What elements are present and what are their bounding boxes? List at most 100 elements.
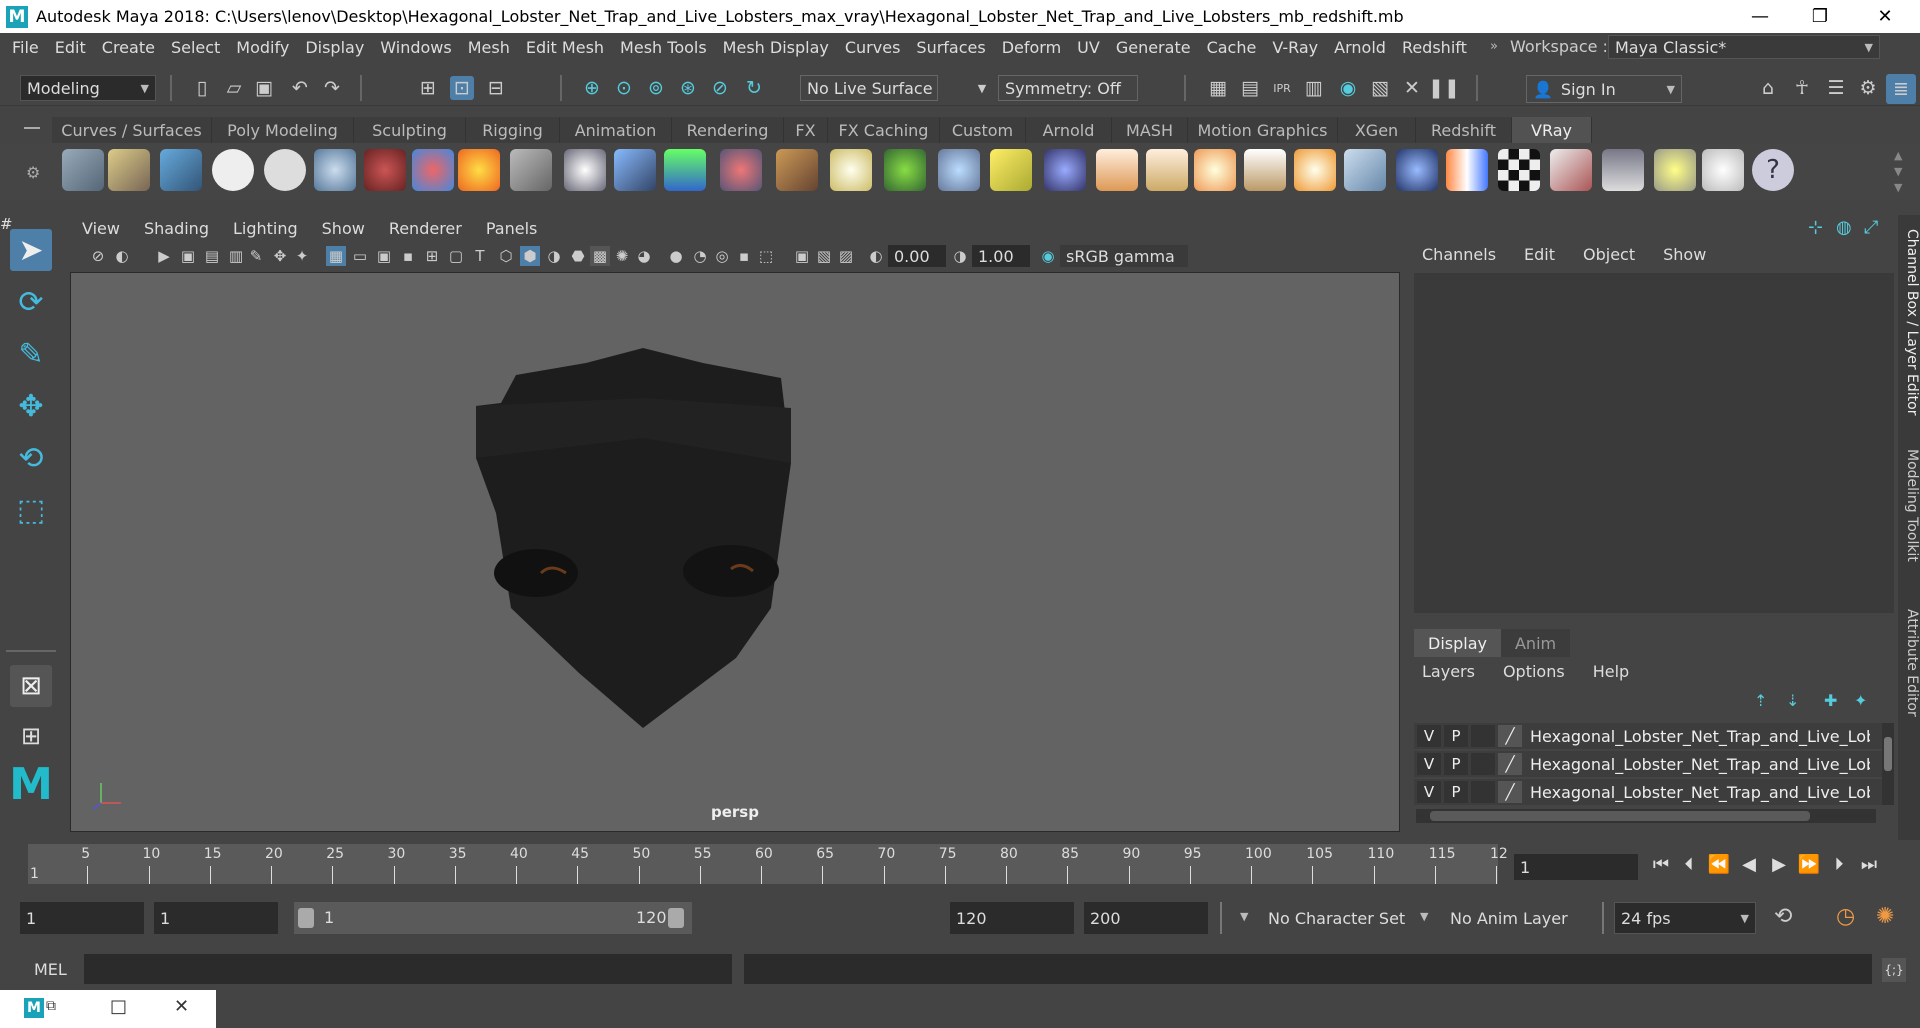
tab-custom[interactable]: Custom: [940, 117, 1026, 143]
vray-cone-icon[interactable]: [614, 149, 656, 191]
vray-fire-icon[interactable]: [458, 149, 500, 191]
tab-curves-surfaces[interactable]: Curves / Surfaces: [52, 117, 212, 143]
vray-fur-icon[interactable]: [720, 149, 762, 191]
render-view-icon[interactable]: ▦: [1206, 76, 1230, 100]
tab-animation[interactable]: Animation: [560, 117, 672, 143]
menu-mesh-display[interactable]: Mesh Display: [715, 38, 837, 57]
layer-row[interactable]: V P ╱ Hexagonal_Lobster_Net_Trap_and_Liv…: [1414, 723, 1884, 749]
side-tab-modeling-toolkit[interactable]: Modeling Toolkit: [1898, 449, 1920, 569]
select-tool-icon[interactable]: ➤: [10, 229, 52, 271]
minimize-button[interactable]: —: [1730, 0, 1790, 33]
range-slider-end-handle[interactable]: [668, 908, 684, 928]
snap-surface-icon[interactable]: ⊘: [708, 76, 732, 100]
vray-sphere-light-icon[interactable]: [1194, 149, 1236, 191]
layer-visibility-toggle[interactable]: V: [1417, 753, 1441, 775]
move-layer-up-icon[interactable]: ⇡: [1754, 691, 1767, 710]
pause-render-icon[interactable]: ❚❚: [1428, 76, 1460, 100]
go-to-start-icon[interactable]: ⏮: [1648, 852, 1674, 876]
vray-rect-light-icon[interactable]: [1344, 149, 1386, 191]
shadows-icon[interactable]: ◕: [634, 246, 654, 266]
new-layer-selected-icon[interactable]: ✦: [1854, 691, 1867, 710]
go-to-end-icon[interactable]: ⏭: [1856, 852, 1882, 876]
pivot-icon[interactable]: ✥: [270, 246, 290, 266]
exposure-icon[interactable]: ◐: [866, 246, 886, 266]
panel-menu-view[interactable]: View: [70, 219, 132, 238]
vray-frame-buffer-icon[interactable]: [108, 149, 150, 191]
vray-dome-icon[interactable]: [1044, 149, 1086, 191]
tab-xgen[interactable]: XGen: [1338, 117, 1416, 143]
menu-cache[interactable]: Cache: [1199, 38, 1265, 57]
layer-display-type[interactable]: [1471, 725, 1495, 747]
lasso-tool-icon[interactable]: ⟳: [10, 281, 52, 323]
textured-icon[interactable]: ▩: [590, 246, 610, 266]
redshift-ipr-icon[interactable]: ✕: [1400, 76, 1424, 100]
auto-key-icon[interactable]: ◷: [1836, 904, 1855, 929]
step-back-key-icon[interactable]: ⏪: [1706, 852, 1732, 876]
channel-box-icon[interactable]: ≣: [1886, 74, 1916, 104]
menu-redshift[interactable]: Redshift: [1394, 38, 1475, 57]
shelf-scroll-up-icon[interactable]: ▲: [1894, 149, 1902, 162]
time-ruler[interactable]: 1 5 10 15 20 25 30 35 40 45 50 55 60 65 70 75 80 85 90 95 1…: [28, 844, 1508, 884]
vray-table-icon[interactable]: [1602, 149, 1644, 191]
xray-joint-icon[interactable]: ✦: [292, 246, 312, 266]
camera-attributes-icon[interactable]: ▶: [154, 246, 174, 266]
menu-create[interactable]: Create: [94, 38, 163, 57]
vray-plane-icon[interactable]: [564, 149, 606, 191]
maximize-stub-icon[interactable]: □: [110, 996, 127, 1017]
vray-sphere-icon[interactable]: [314, 149, 356, 191]
layer-visibility-toggle[interactable]: V: [1417, 725, 1441, 747]
play-forward-icon[interactable]: ▶: [1766, 852, 1792, 876]
close-stub-icon[interactable]: ✕: [174, 996, 189, 1017]
menu-display[interactable]: Display: [297, 38, 372, 57]
menu-surfaces[interactable]: Surfaces: [908, 38, 993, 57]
menu-generate[interactable]: Generate: [1108, 38, 1199, 57]
tool-settings-toggle-icon[interactable]: ⤢: [1864, 217, 1878, 238]
anim-layer-dropdown[interactable]: No Anim Layer: [1444, 902, 1588, 934]
vray-light-dome-icon[interactable]: [1096, 149, 1138, 191]
menu-vray[interactable]: V-Ray: [1264, 38, 1326, 57]
gate-mask-icon[interactable]: ▪: [398, 246, 418, 266]
single-pane-layout-icon[interactable]: ⊠: [10, 665, 52, 707]
two-d-pan-icon[interactable]: ▥: [226, 246, 246, 266]
channel-menu-channels[interactable]: Channels: [1408, 245, 1510, 264]
grease-pencil-icon[interactable]: ✎: [246, 246, 266, 266]
paint-select-tool-icon[interactable]: ✎: [10, 333, 52, 375]
panel-menu-lighting[interactable]: Lighting: [221, 219, 310, 238]
tab-fx[interactable]: FX: [784, 117, 828, 143]
range-slider-start-handle[interactable]: [298, 908, 314, 928]
exposure-field[interactable]: 0.00: [888, 245, 946, 267]
layer-name[interactable]: Hexagonal_Lobster_Net_Trap_and_Live_Lobs…: [1530, 783, 1870, 802]
tab-mash[interactable]: MASH: [1112, 117, 1188, 143]
vray-bulb-icon[interactable]: [1654, 149, 1696, 191]
channel-menu-object[interactable]: Object: [1569, 245, 1649, 264]
resolution-gate-icon[interactable]: ▣: [374, 246, 394, 266]
snap-grid-icon[interactable]: ⊕: [580, 76, 604, 100]
gamma-icon[interactable]: ◑: [950, 246, 970, 266]
playback-start-field[interactable]: 1: [154, 902, 278, 934]
camera-select-icon[interactable]: ⊘: [88, 246, 108, 266]
tab-redshift[interactable]: Redshift: [1416, 117, 1512, 143]
tab-display[interactable]: Display: [1414, 629, 1501, 657]
snap-point-icon[interactable]: ⊚: [644, 76, 668, 100]
redo-icon[interactable]: ↷: [320, 76, 344, 100]
chevron-down-icon[interactable]: ▼: [1240, 910, 1248, 923]
smooth-shade-icon[interactable]: ⬢: [520, 246, 540, 266]
ipr-render-icon[interactable]: IPR: [1270, 76, 1294, 100]
vray-log-icon[interactable]: [264, 149, 306, 191]
character-set-dropdown[interactable]: No Character Set: [1262, 902, 1422, 934]
sign-in-button[interactable]: 👤 Sign In ▼: [1526, 75, 1682, 103]
shelf-menu-icon[interactable]: [24, 127, 40, 129]
vray-grid-sphere-icon[interactable]: [830, 149, 872, 191]
tab-arnold[interactable]: Arnold: [1026, 117, 1112, 143]
snap-rotate-icon[interactable]: ↻: [742, 76, 766, 100]
vray-grass-icon[interactable]: [884, 149, 926, 191]
select-hierarchy-icon[interactable]: ⊞: [416, 76, 440, 100]
layer-vertical-scrollbar[interactable]: [1882, 723, 1894, 805]
default-material-icon[interactable]: ◑: [544, 246, 564, 266]
layer-horizontal-scrollbar[interactable]: [1416, 809, 1876, 823]
panel-menu-shading[interactable]: Shading: [132, 219, 221, 238]
scale-tool-icon[interactable]: ⬚: [10, 489, 52, 531]
attribute-editor-icon[interactable]: ☰: [1824, 76, 1848, 100]
render-sequence-icon[interactable]: ▧: [1368, 76, 1392, 100]
animation-end-field[interactable]: 200: [1084, 902, 1208, 934]
